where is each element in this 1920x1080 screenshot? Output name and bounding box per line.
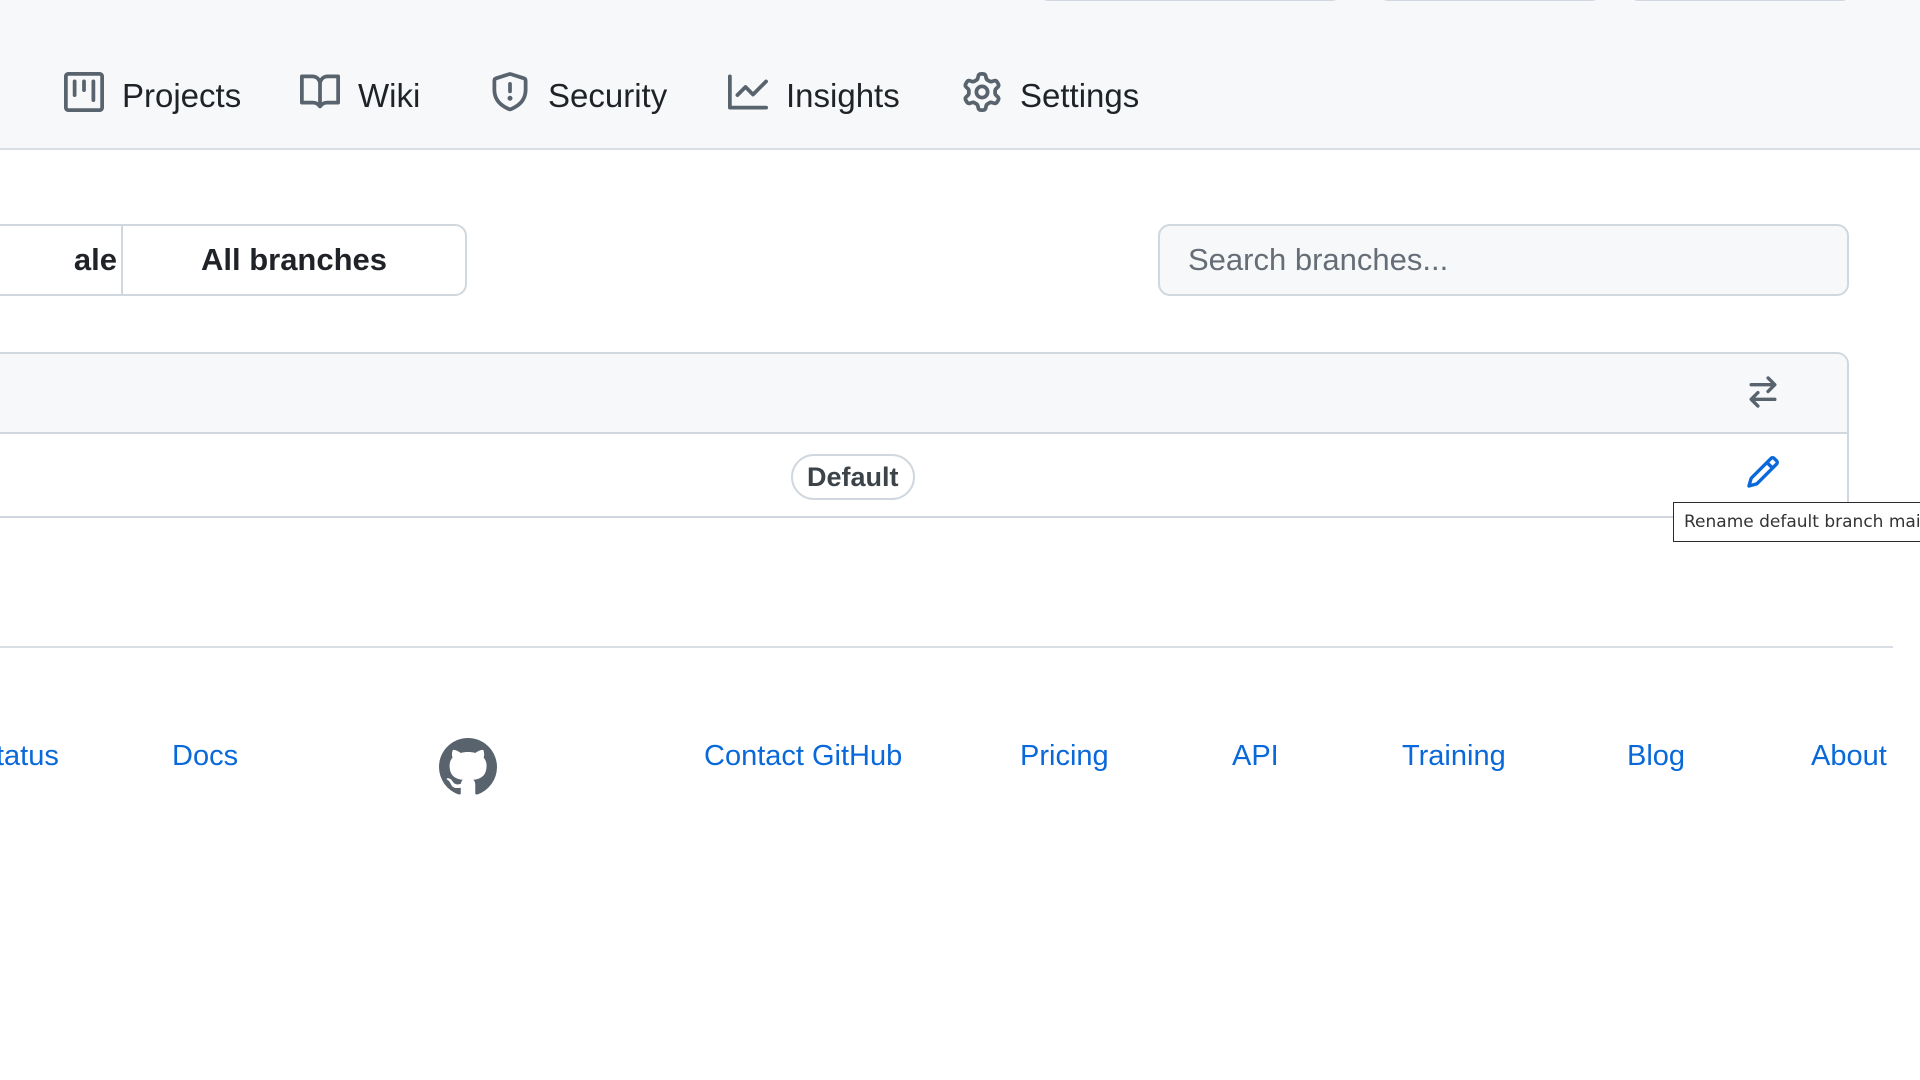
nav-item-wiki[interactable]: Wiki [300,70,420,122]
compare-arrows-icon [1745,374,1781,415]
branch-table: Default [0,352,1849,518]
branch-filter-tabs: ale All branches [0,224,467,296]
github-mark-icon[interactable] [439,738,497,796]
table-row: Default [0,434,1847,516]
project-board-icon [64,72,104,120]
footer-link-docs[interactable]: Docs [172,740,238,773]
tab-stale[interactable]: ale [0,226,123,294]
book-icon [300,72,341,120]
footer-divider [0,646,1893,648]
nav-item-label: Settings [1020,77,1140,114]
footer-link-api[interactable]: API [1232,740,1279,773]
header-control[interactable] [1630,0,1850,1]
pencil-icon [1745,454,1781,495]
branch-table-header [0,354,1847,434]
footer-link-training[interactable]: Training [1402,740,1506,773]
footer-link-blog[interactable]: Blog [1627,740,1685,773]
tab-all-branches[interactable]: All branches [123,226,465,294]
footer-link-contact-github[interactable]: Contact GitHub [704,740,902,773]
page: Projects Wiki Security Insights Settings… [0,0,1920,1080]
footer-link-about[interactable]: About [1811,740,1887,773]
header-control[interactable] [1380,0,1600,1]
nav-item-label: Insights [786,77,900,114]
nav-item-label: Security [548,77,668,114]
graph-icon [728,72,768,120]
rename-branch-button[interactable] [1735,446,1791,502]
gear-icon [962,72,1002,120]
nav-item-security[interactable]: Security [490,70,667,122]
rename-branch-tooltip: Rename default branch main [1673,502,1920,542]
nav-item-projects[interactable]: Projects [64,70,241,122]
default-branch-badge: Default [791,454,915,500]
nav-item-label: Projects [122,77,242,114]
compare-branches-button[interactable] [1735,366,1791,422]
footer-link-pricing[interactable]: Pricing [1020,740,1109,773]
nav-item-insights[interactable]: Insights [728,70,900,122]
nav-item-label: Wiki [358,77,421,114]
nav-item-settings[interactable]: Settings [962,70,1139,122]
header-control[interactable] [1040,0,1340,1]
search-branches-input[interactable] [1158,224,1849,296]
footer-link-status[interactable]: tatus [0,740,59,773]
repo-header: Projects Wiki Security Insights Settings [0,0,1920,150]
shield-icon [490,72,530,120]
